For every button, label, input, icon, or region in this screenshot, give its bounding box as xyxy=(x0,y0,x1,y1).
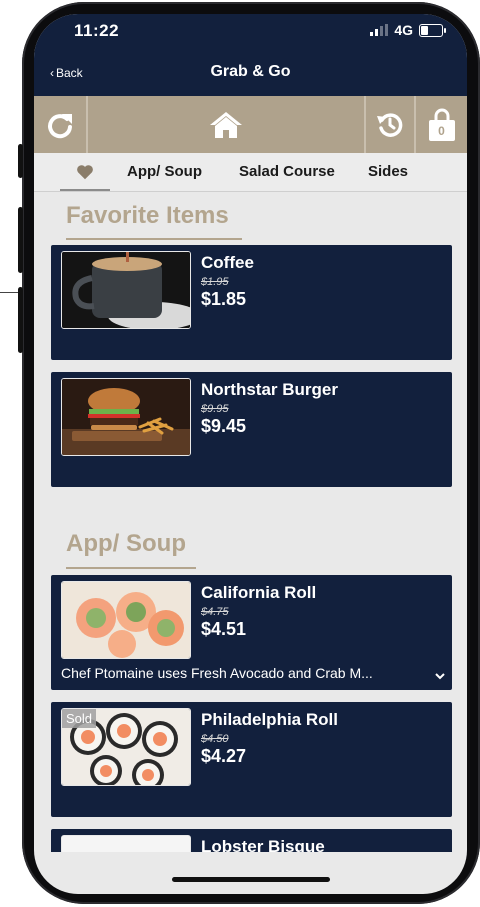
active-tab-indicator xyxy=(60,189,110,191)
cart-button[interactable]: 0 xyxy=(416,96,467,153)
heart-icon xyxy=(77,165,93,180)
tab-salad-course[interactable]: Salad Course xyxy=(239,153,335,191)
home-indicator xyxy=(172,877,330,882)
expand-description-button[interactable] xyxy=(434,668,446,686)
status-time: 11:22 xyxy=(74,21,120,40)
item-name: Lobster Bisque xyxy=(201,837,325,852)
menu-item-card[interactable]: California Roll $4.75 $4.51 Chef Ptomain… xyxy=(51,575,452,690)
page-title: Grab & Go xyxy=(210,63,291,80)
item-description: Chef Ptomaine uses Fresh Avocado and Cra… xyxy=(61,665,373,681)
header: 11:22 4G ‹ Back Grab & Go xyxy=(34,14,467,96)
bag-icon: 0 xyxy=(427,108,457,142)
section-title: App/ Soup xyxy=(66,530,186,557)
home-button[interactable] xyxy=(88,96,364,153)
mute-switch xyxy=(18,144,23,178)
sold-badge: Sold xyxy=(62,709,97,728)
chevron-down-icon xyxy=(435,673,445,680)
lobster-bisque-image xyxy=(61,835,191,852)
coffee-image xyxy=(61,251,191,329)
home-icon xyxy=(210,111,242,138)
section-underline xyxy=(66,238,242,240)
toolbar: 0 xyxy=(34,96,467,153)
signal-icon xyxy=(370,24,389,36)
item-original-price: $1.95 xyxy=(201,276,229,288)
refresh-button[interactable] xyxy=(34,96,86,153)
tab-app-soup[interactable]: App/ Soup xyxy=(127,153,202,191)
history-icon xyxy=(377,112,403,137)
philadelphia-roll-image: Sold xyxy=(61,708,191,786)
item-original-price: $4.50 xyxy=(201,733,229,745)
history-button[interactable] xyxy=(366,96,414,153)
app-screen: 11:22 4G ‹ Back Grab & Go 0 App/ Soup Sa… xyxy=(34,14,467,894)
cart-count: 0 xyxy=(438,123,445,138)
status-indicators: 4G xyxy=(370,22,446,38)
california-roll-image xyxy=(61,581,191,659)
refresh-icon xyxy=(48,113,72,138)
item-price: $9.45 xyxy=(201,416,247,436)
network-label: 4G xyxy=(394,22,413,38)
category-tabs: App/ Soup Salad Course Sides xyxy=(34,153,467,192)
item-price: $4.27 xyxy=(201,746,247,766)
menu-list: Favorite Items Coffee $1.95 $1.85 Norths… xyxy=(34,192,467,852)
volume-up-button xyxy=(18,207,23,273)
item-name: Northstar Burger xyxy=(201,380,338,399)
item-name: Philadelphia Roll xyxy=(201,710,338,729)
volume-down-button xyxy=(18,287,23,353)
item-name: California Roll xyxy=(201,583,317,602)
item-price: $1.85 xyxy=(201,289,247,309)
battery-icon xyxy=(419,23,446,37)
item-name: Coffee xyxy=(201,253,254,272)
item-original-price: $9.95 xyxy=(201,403,229,415)
section-underline xyxy=(66,567,196,569)
menu-item-card[interactable]: Northstar Burger $9.95 $9.45 xyxy=(51,372,452,487)
item-price: $4.51 xyxy=(201,619,247,639)
item-original-price: $4.75 xyxy=(201,606,229,618)
menu-item-card[interactable]: Coffee $1.95 $1.85 xyxy=(51,245,452,360)
menu-item-card[interactable]: Sold Philadelphia Roll $4.50 $4.27 xyxy=(51,702,452,817)
tab-sides[interactable]: Sides xyxy=(368,153,408,191)
tab-favorites[interactable] xyxy=(60,153,110,191)
section-title: Favorite Items xyxy=(66,202,229,229)
burger-image xyxy=(61,378,191,456)
menu-item-card[interactable]: Lobster Bisque xyxy=(51,829,452,852)
